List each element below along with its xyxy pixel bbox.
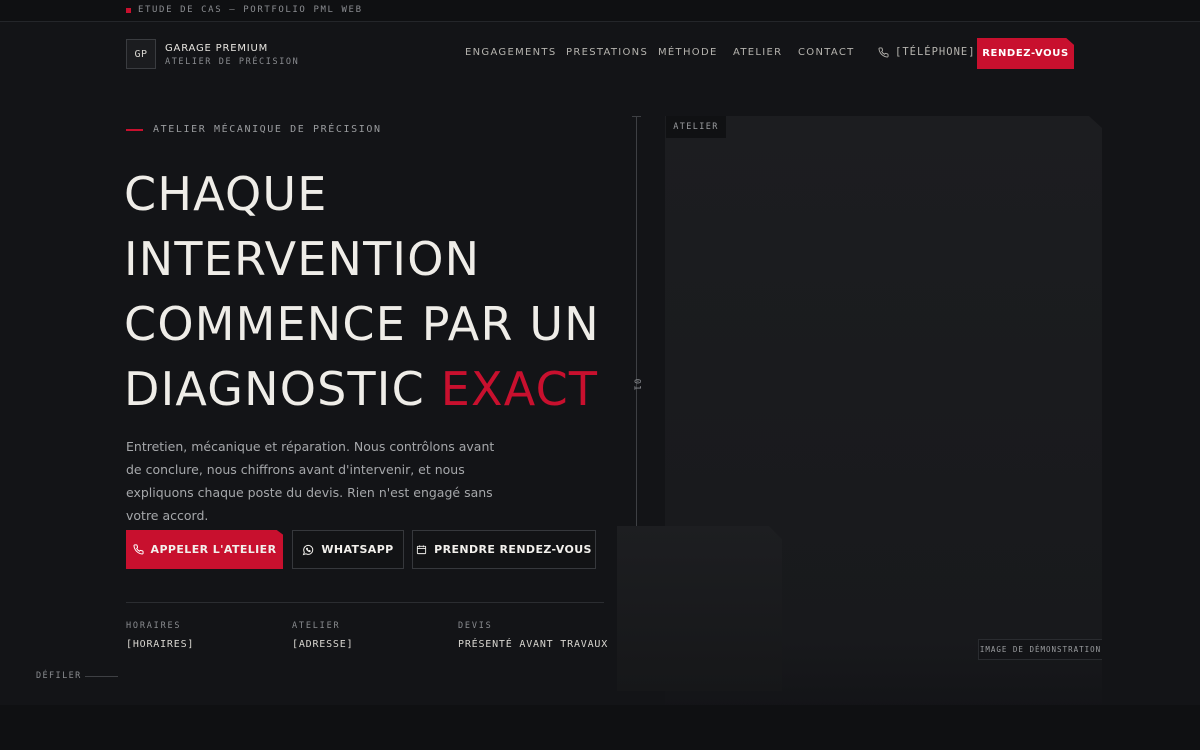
- overlay-image-card: [617, 526, 782, 691]
- hours-value: [HORAIRES]: [126, 639, 195, 650]
- brand-name[interactable]: GARAGE PREMIUM: [165, 43, 268, 54]
- whatsapp-button[interactable]: WHATSAPP: [292, 530, 404, 569]
- bottom-band: [0, 705, 1200, 750]
- eyebrow: ATELIER MÉCANIQUE DE PRÉCISION: [153, 124, 382, 135]
- headline-line-2: INTERVENTION: [124, 232, 481, 286]
- vertical-rule: [636, 116, 637, 528]
- workshop-tag: ATELIER: [666, 116, 726, 138]
- scroll-indicator[interactable]: DÉFILER: [36, 671, 82, 681]
- logo[interactable]: GP: [126, 39, 156, 69]
- whatsapp-icon: [303, 544, 314, 555]
- workshop-label: ATELIER: [292, 621, 341, 631]
- nav-atelier[interactable]: ATELIER: [733, 47, 782, 58]
- calendar-icon: [417, 545, 427, 555]
- call-workshop-button[interactable]: APPELER L'ATELIER: [126, 530, 283, 569]
- address-value[interactable]: [ADRESSE]: [292, 639, 353, 650]
- hero-headline: CHAQUE INTERVENTION COMMENCE PAR UN DIAG…: [124, 162, 604, 422]
- book-appointment-button[interactable]: PRENDRE RENDEZ-VOUS: [412, 530, 596, 569]
- demo-image-tag: IMAGE DE DÉMONSTRATION: [978, 639, 1102, 660]
- whatsapp-label: WHATSAPP: [321, 543, 394, 556]
- hero-lead: Entretien, mécanique et réparation. Nous…: [126, 439, 495, 523]
- headline-line-1: CHAQUE: [124, 167, 328, 221]
- headline-accent: EXACT: [440, 362, 599, 416]
- headline-line-3: COMMENCE PAR UN: [124, 297, 600, 351]
- call-workshop-label: APPELER L'ATELIER: [150, 543, 277, 556]
- phone-link[interactable]: [TÉLÉPHONE]: [878, 46, 976, 58]
- brand-subtitle: ATELIER DE PRÉCISION: [165, 57, 300, 67]
- eyebrow-accent-line: [126, 129, 143, 131]
- case-study-label: ETUDE DE CAS — PORTFOLIO PML WEB: [138, 5, 363, 15]
- nav-methode[interactable]: MÉTHODE: [658, 47, 718, 58]
- red-dot-icon: [126, 8, 131, 13]
- scroll-line: [85, 676, 118, 677]
- nav-prestations[interactable]: PRESTATIONS: [566, 47, 648, 58]
- book-appointment-label: PRENDRE RENDEZ-VOUS: [434, 543, 592, 556]
- info-divider: [126, 602, 604, 603]
- section-index: 01: [631, 378, 642, 392]
- rendez-vous-button[interactable]: RENDEZ-VOUS: [977, 38, 1074, 69]
- nav-contact[interactable]: CONTACT: [798, 47, 855, 58]
- phone-label: [TÉLÉPHONE]: [895, 46, 976, 58]
- phone-icon: [132, 544, 144, 555]
- hours-label: HORAIRES: [126, 621, 182, 631]
- phone-icon: [878, 46, 889, 57]
- quote-label: DEVIS: [458, 621, 493, 631]
- quote-value: PRÉSENTÉ AVANT TRAVAUX: [458, 639, 609, 650]
- top-strip: ETUDE DE CAS — PORTFOLIO PML WEB: [0, 0, 1200, 22]
- headline-line-4: DIAGNOSTIC: [124, 362, 425, 416]
- nav-engagements[interactable]: ENGAGEMENTS: [465, 47, 556, 58]
